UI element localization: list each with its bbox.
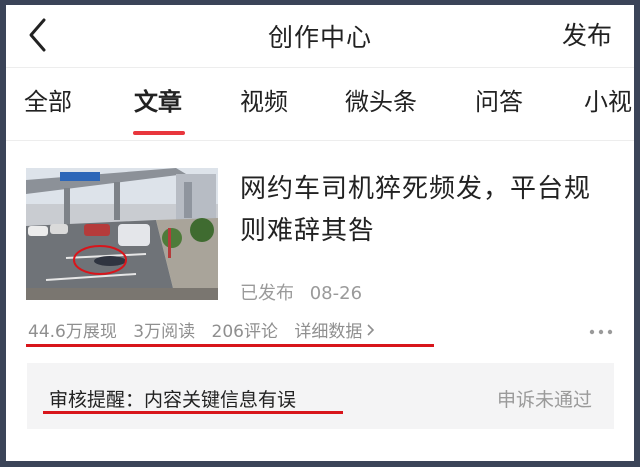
appeal-status[interactable]: 申诉未通过 — [497, 385, 592, 412]
header: 创作中心 发布 — [6, 5, 634, 67]
active-tab-indicator — [133, 131, 185, 135]
tab-bar: 全部 文章 视频 微头条 问答 小视 — [6, 67, 634, 141]
tab-articles[interactable]: 文章 — [134, 82, 182, 117]
annotation-underline-notice — [43, 411, 343, 414]
reads-count: 3万阅读 — [133, 322, 196, 342]
article-meta: 已发布 08-26 — [240, 279, 372, 305]
article-thumbnail[interactable] — [26, 168, 218, 300]
review-notice-text: 审核提醒：内容关键信息有误 — [49, 389, 297, 411]
annotation-underline-stats — [26, 344, 434, 347]
detail-data-link[interactable]: 详细数据 — [294, 322, 375, 342]
detail-data-label: 详细数据 — [294, 322, 363, 342]
tab-qa[interactable]: 问答 — [475, 82, 523, 117]
app-frame: 创作中心 发布 全部 文章 视频 微头条 问答 小视 网约车司机猝死频发，平台规… — [6, 5, 634, 461]
more-dots-icon — [589, 329, 613, 335]
page-title: 创作中心 — [267, 23, 372, 52]
publish-status: 已发布 — [240, 283, 294, 304]
street-photo-thumbnail — [26, 168, 218, 300]
tab-all[interactable]: 全部 — [24, 82, 72, 117]
publish-date: 08-26 — [309, 283, 363, 304]
review-notice: 审核提醒：内容关键信息有误 申诉未通过 — [27, 363, 614, 429]
tab-videos[interactable]: 视频 — [240, 82, 288, 117]
publish-button[interactable]: 发布 — [562, 16, 612, 52]
article-stats: 44.6万展现 3万阅读 206评论 详细数据 — [28, 317, 386, 342]
tab-micro-posts[interactable]: 微头条 — [345, 82, 417, 117]
chevron-right-icon — [367, 324, 375, 336]
more-button[interactable] — [588, 323, 614, 335]
tab-short-videos[interactable]: 小视 — [584, 82, 632, 117]
article-title[interactable]: 网约车司机猝死频发，平台规则难辞其咎 — [240, 168, 610, 252]
comments-count[interactable]: 206评论 — [212, 322, 278, 342]
impressions-count: 44.6万展现 — [28, 322, 117, 342]
